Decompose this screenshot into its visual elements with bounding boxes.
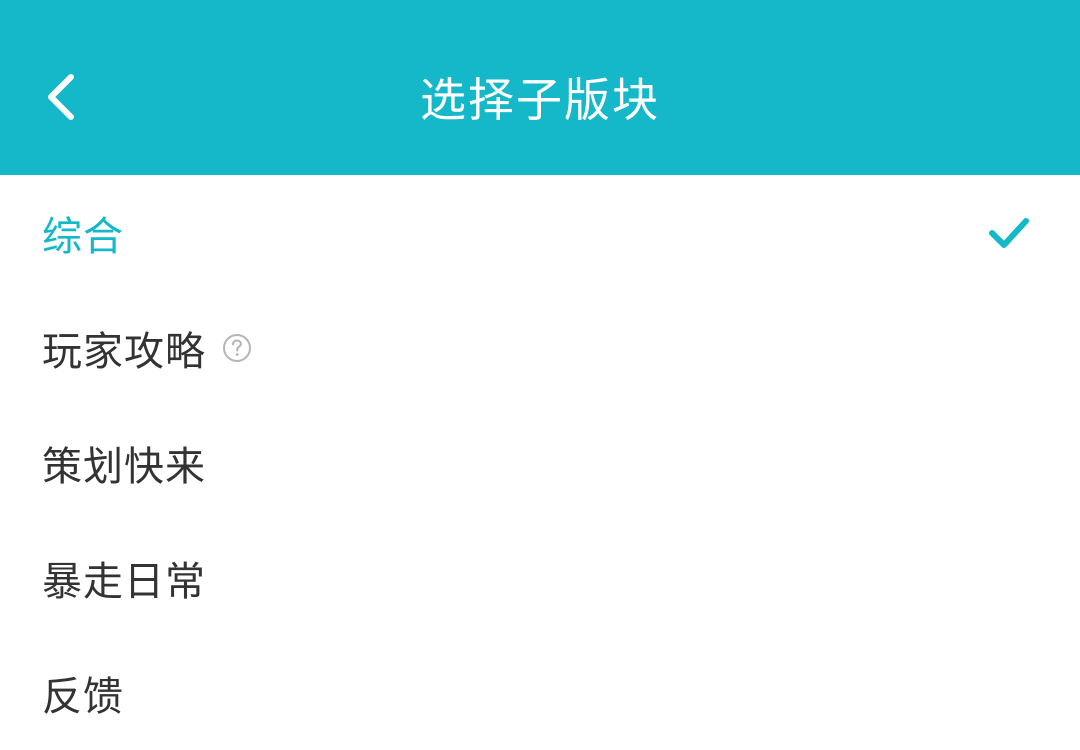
subforum-item-feedback[interactable]: 反馈 <box>0 635 1080 750</box>
subforum-item-label: 综合 <box>42 213 124 260</box>
subforum-item-label: 暴走日常 <box>42 558 206 605</box>
subforum-item-daily-rage[interactable]: 暴走日常 <box>0 520 1080 635</box>
page-title: 选择子版块 <box>420 73 660 127</box>
checkmark-icon <box>989 217 1029 248</box>
subforum-item-player-guides[interactable]: 玩家攻略 <box>0 290 1080 405</box>
subforum-item-planners-come[interactable]: 策划快来 <box>0 405 1080 520</box>
subforum-item-general[interactable]: 综合 <box>0 175 1080 290</box>
app-header: 选择子版块 <box>0 0 1080 175</box>
subforum-item-label: 反馈 <box>42 673 124 720</box>
subforum-list: 综合 玩家攻略 策划快来 暴走日常 反馈 <box>0 175 1080 750</box>
subforum-item-label: 玩家攻略 <box>42 328 206 375</box>
subforum-item-label: 策划快来 <box>42 443 206 490</box>
question-circle-icon[interactable] <box>222 333 252 363</box>
